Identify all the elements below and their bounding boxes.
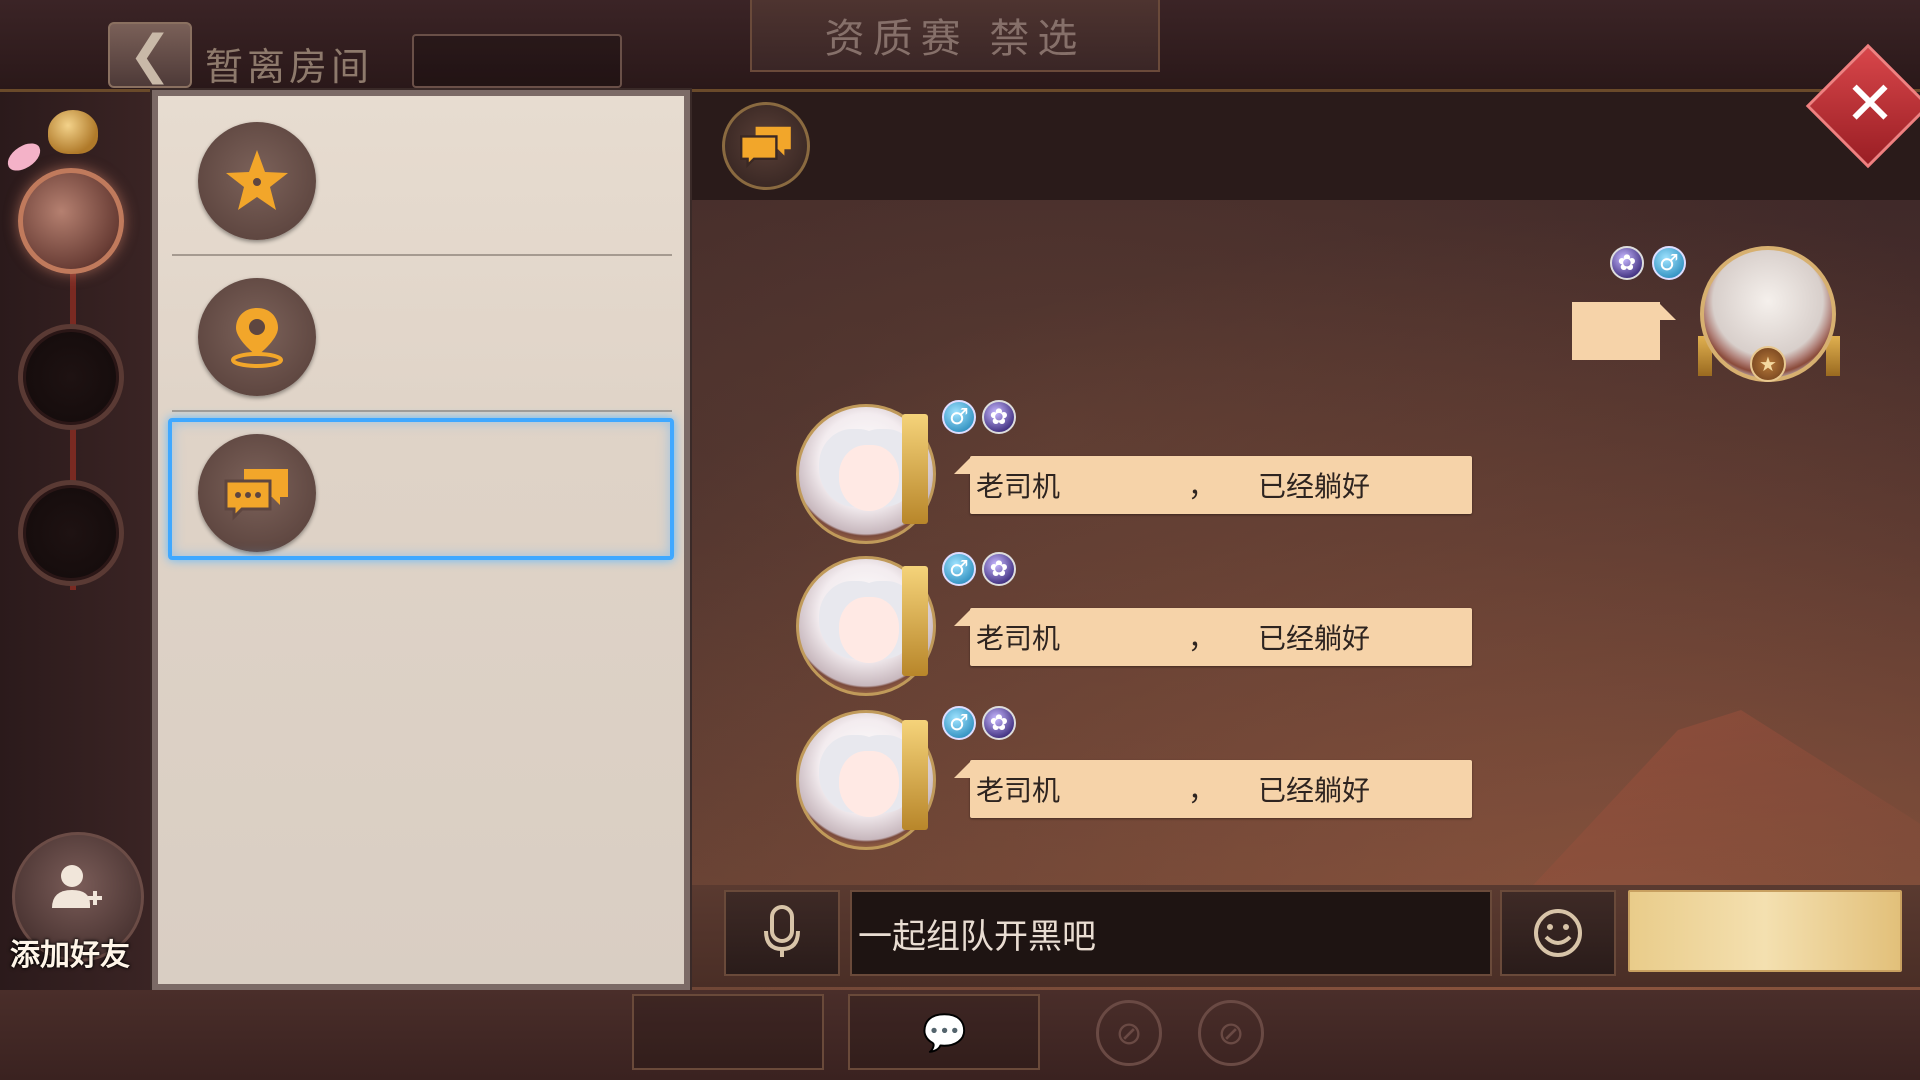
star-icon [226,150,288,210]
speaker-muted-icon[interactable]: ⊘ [1198,1000,1264,1066]
emoji-button[interactable] [1500,890,1616,976]
avatar-face [839,445,899,511]
chevron-left-icon: ❮ [128,25,172,85]
avatar-face [839,751,899,817]
title-tag [902,720,928,830]
message-text: 已经躺好 [1258,622,1371,655]
title-tag [902,566,928,676]
rank-orb-icon: ✿ [1610,246,1644,280]
message-sender-text: 老司机 [976,470,1061,503]
location-pin-icon [231,308,283,368]
mic-muted-icon[interactable]: ⊘ [1096,1000,1162,1066]
message-bubble: 老司机 ， 已经躺好 [954,608,1472,666]
chat-bubbles-icon [740,126,791,169]
message-sender-text: 老司机 [976,774,1061,807]
mode-banner: 资质赛 禁选 [750,0,1160,72]
room-info-box [412,34,622,88]
my-message-bubble [1572,302,1676,360]
message-punct: ， [1188,774,1217,807]
room-status-label: 暂离房间 [205,45,374,89]
channel-item-favorites[interactable] [158,102,684,252]
title-tag [902,414,928,524]
male-gender-icon: ♂ [942,552,976,586]
divider [172,254,672,256]
send-button[interactable] [1628,890,1902,972]
bottom-tab-chat[interactable]: 💬 [848,994,1040,1070]
close-icon: ✕ [1844,69,1896,139]
bell-icon [48,110,98,154]
chat-header-button[interactable] [722,102,810,190]
message-sender-text: 老司机 [976,622,1061,655]
message-text: 已经躺好 [1258,470,1371,503]
selected-channel-highlight [168,418,674,560]
rank-orb-icon: ✿ [982,552,1016,586]
message-punct: ， [1188,470,1217,503]
male-gender-icon: ♂ [942,706,976,740]
message-bubble: 老司机 ， 已经躺好 [954,456,1472,514]
divider [172,410,672,412]
player-slot-1[interactable] [18,168,124,274]
favorites-button[interactable] [198,122,316,240]
rank-orb-icon: ✿ [982,400,1016,434]
add-user-icon [46,858,106,918]
male-gender-icon: ♂ [942,400,976,434]
chat-header [692,92,1920,200]
player-slot-3[interactable] [18,480,124,586]
message-bubble: 老司机 ， 已经躺好 [954,760,1472,818]
message-input[interactable]: 一起组队开黑吧 [850,890,1492,976]
male-gender-icon: ♂ [1652,246,1686,280]
smiley-icon [1534,909,1582,957]
back-button[interactable]: ❮ [108,22,192,88]
nearby-button[interactable] [198,278,316,396]
star-icon: ★ [1750,346,1786,382]
channel-panel [152,90,690,990]
voice-button[interactable] [724,890,840,976]
channel-item-nearby[interactable] [158,258,684,408]
player-slot-2[interactable] [18,324,124,430]
message-punct: ， [1188,622,1217,655]
chat-bubble-icon: 💬 [922,1013,967,1054]
add-friend-label: 添加好友 [10,938,130,973]
rank-orb-icon: ✿ [982,706,1016,740]
message-text: 已经躺好 [1258,774,1371,807]
microphone-icon [764,905,800,957]
bottom-tab-1[interactable] [632,994,824,1070]
avatar-face [839,597,899,663]
